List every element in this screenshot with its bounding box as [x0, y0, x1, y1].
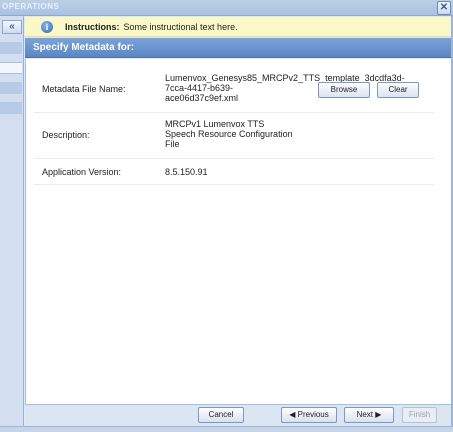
- description-label: Description:: [42, 130, 90, 140]
- metadata-form: Metadata File Name: Lumenvox_Genesys85_M…: [25, 59, 452, 404]
- instructions-text: Instructions: Some instructional text her…: [65, 22, 238, 32]
- section-header: Specify Metadata for:: [25, 38, 452, 58]
- side-panel-strip: [0, 62, 22, 74]
- collapse-left-icon[interactable]: «: [2, 20, 22, 34]
- instructions-bar: i Instructions: Some instructional text h…: [25, 17, 452, 37]
- instructions-label: Instructions:: [65, 22, 120, 32]
- side-panel-strip: [0, 42, 22, 54]
- app-version-row: Application Version: 8.5.150.91: [34, 159, 434, 185]
- value-line: Speech Resource Configuration: [165, 129, 293, 139]
- instructions-body: Some instructional text here.: [123, 22, 238, 32]
- bottom-status-strip: [0, 426, 453, 432]
- next-button[interactable]: Next ▶: [344, 407, 394, 423]
- value-line: MRCPv1 Lumenvox TTS: [165, 119, 265, 129]
- section-title: Specify Metadata for:: [33, 42, 135, 53]
- side-panel-strip: [0, 82, 22, 94]
- previous-label: Previous: [297, 410, 329, 419]
- clear-button[interactable]: Clear: [377, 82, 419, 98]
- window-title: OPERATIONS: [2, 2, 60, 11]
- cancel-button[interactable]: Cancel: [198, 407, 244, 423]
- metadata-file-label: Metadata File Name:: [42, 84, 126, 94]
- previous-arrow-icon: ◀: [289, 410, 296, 419]
- finish-button[interactable]: Finish: [402, 407, 437, 423]
- description-row: Description: MRCPv1 Lumenvox TTS Speech …: [34, 113, 434, 159]
- collapsed-side-panel: «: [0, 16, 24, 426]
- wizard-footer: Cancel ◀ Previous Next ▶ Finish: [25, 404, 452, 426]
- close-icon[interactable]: ✕: [437, 1, 451, 15]
- app-version-label: Application Version:: [42, 167, 122, 177]
- metadata-file-row: Metadata File Name: Lumenvox_Genesys85_M…: [34, 63, 434, 113]
- side-panel-strip: [0, 102, 22, 114]
- description-value: MRCPv1 Lumenvox TTS Speech Resource Conf…: [165, 119, 293, 149]
- browse-button[interactable]: Browse: [318, 82, 370, 98]
- info-icon: i: [41, 21, 53, 33]
- next-arrow-icon: ▶: [375, 410, 382, 419]
- app-version-value: 8.5.150.91: [165, 167, 208, 177]
- next-label: Next: [356, 410, 374, 419]
- window-titlebar: OPERATIONS ✕: [0, 0, 453, 16]
- previous-button[interactable]: ◀ Previous: [281, 407, 337, 423]
- value-line: File: [165, 139, 180, 149]
